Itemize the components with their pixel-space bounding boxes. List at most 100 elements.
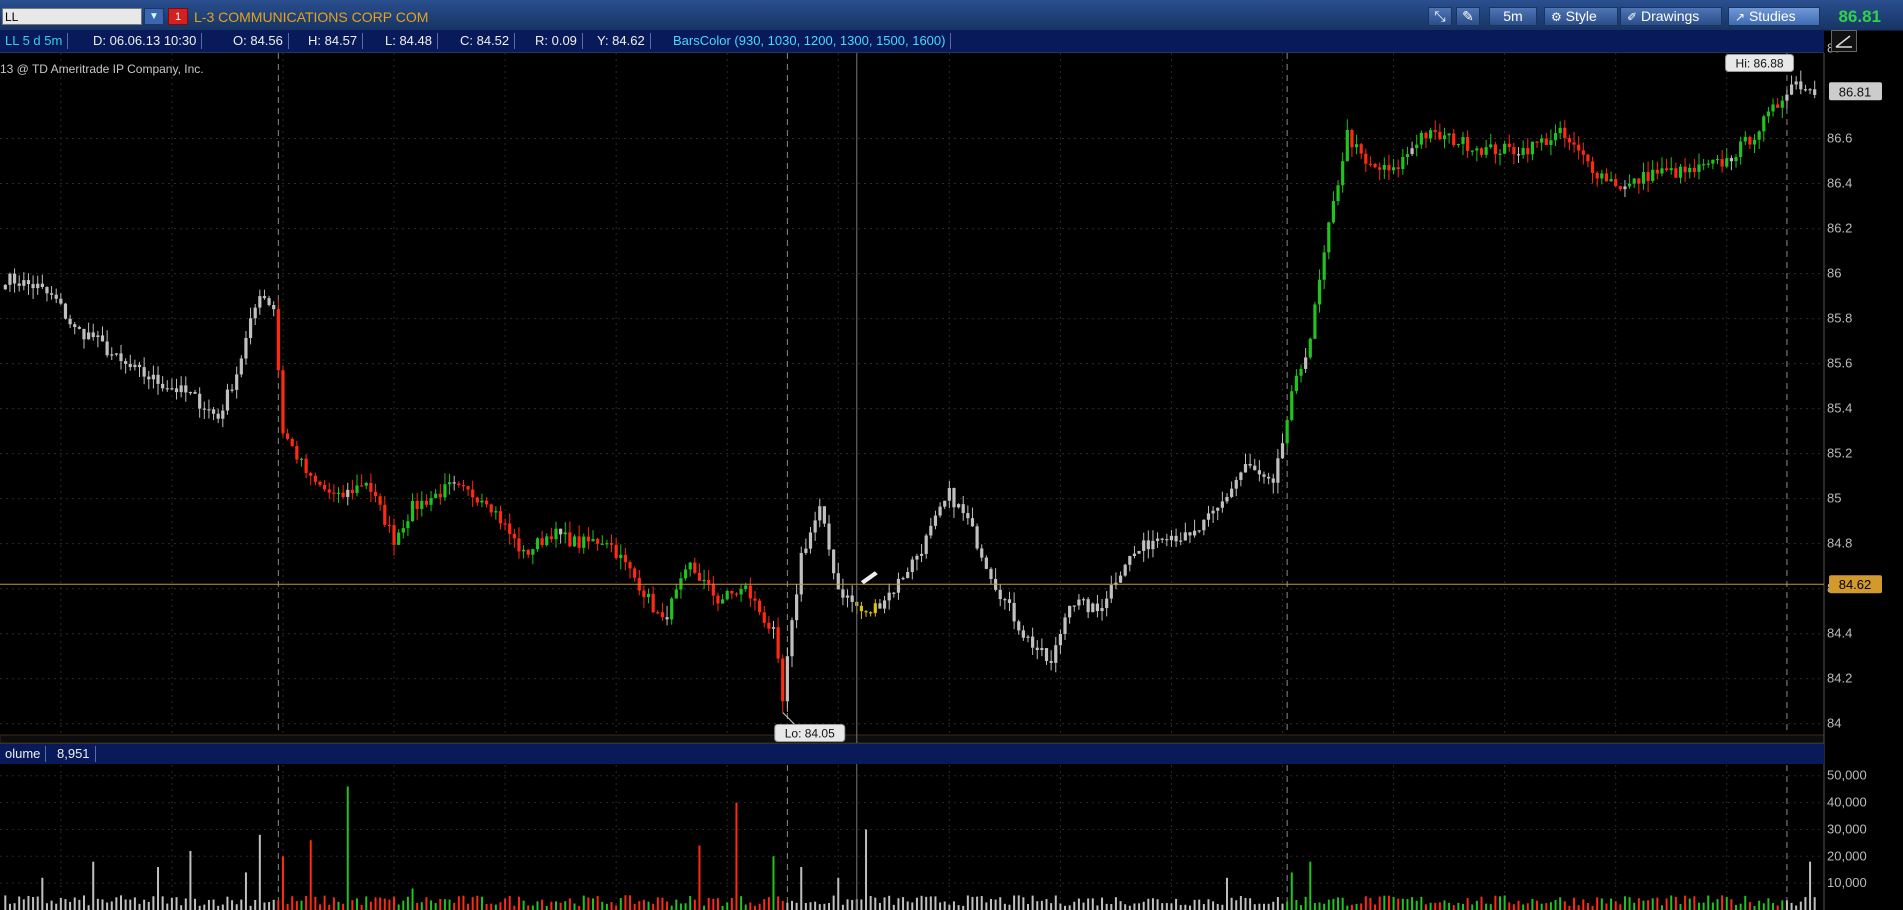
candle-body	[1590, 161, 1595, 173]
candle-body	[646, 593, 651, 598]
volume-bar	[1795, 905, 1798, 910]
volume-bar	[1235, 900, 1238, 910]
candle-body	[1692, 167, 1696, 172]
candle-body	[1155, 538, 1160, 541]
candle-body	[397, 532, 401, 545]
symbol-dropdown-button[interactable]: ▼	[144, 8, 164, 25]
volume-bar	[1508, 902, 1511, 910]
symbol-input[interactable]: LL	[2, 8, 142, 25]
volume-bar	[999, 897, 1002, 910]
volume-bar	[1059, 903, 1062, 910]
volume-bar	[1776, 905, 1779, 910]
volume-bar	[1415, 900, 1418, 910]
volume-bar	[1781, 900, 1784, 910]
tools-button[interactable]: ✎	[1456, 7, 1480, 26]
candle-body	[762, 612, 766, 623]
price-tick-label: 84	[1827, 716, 1841, 731]
volume-bar	[869, 896, 872, 910]
volume-bar	[550, 901, 553, 910]
volume-bar	[434, 903, 437, 910]
candle-body	[1706, 163, 1710, 165]
volume-bar	[554, 901, 557, 910]
volume-bar	[490, 903, 493, 910]
candle-body	[1655, 169, 1659, 174]
candle-body	[26, 280, 31, 285]
alert-flag-badge[interactable]: 1	[168, 8, 188, 25]
volume-bar	[1489, 904, 1492, 910]
volume-bar	[929, 896, 932, 910]
volume-subgraph-header: olume 8,951	[0, 743, 1824, 764]
volume-bar	[1119, 901, 1122, 910]
drawings-button[interactable]: ✐ Drawings	[1620, 7, 1722, 26]
timeframe-button[interactable]: 5m	[1489, 7, 1537, 26]
volume-bar	[240, 899, 243, 910]
volume-bar	[592, 898, 595, 910]
volume-bar	[1577, 905, 1580, 910]
candle-body	[943, 500, 947, 507]
candle-body	[702, 579, 706, 582]
volume-bar	[517, 896, 520, 910]
volume-bar	[837, 877, 840, 910]
volume-bar	[1536, 900, 1539, 910]
volume-bar	[1031, 895, 1034, 910]
volume-bar	[652, 903, 655, 910]
volume-bar	[1323, 903, 1326, 910]
volume-bar	[1230, 897, 1233, 910]
study-label[interactable]: BarsColor (930, 1030, 1200, 1300, 1500, …	[668, 33, 952, 49]
volume-bar	[499, 902, 502, 910]
panel-splitter[interactable]	[0, 734, 1825, 744]
candle-body	[1206, 513, 1211, 520]
volume-bar	[87, 905, 90, 910]
volume-bar	[1637, 898, 1640, 910]
volume-bar	[994, 899, 997, 910]
studies-button[interactable]: ↗ Studies	[1728, 7, 1820, 26]
candle-body	[1678, 166, 1683, 178]
candle-body	[323, 484, 327, 490]
candle-body	[975, 526, 979, 549]
volume-bar	[1619, 904, 1622, 910]
volume-bar	[693, 899, 696, 910]
candle-body	[1382, 165, 1386, 170]
candle-body	[878, 603, 882, 609]
volume-bar	[50, 900, 53, 910]
volume-bar	[716, 898, 719, 910]
candle-body	[498, 511, 503, 524]
volume-bar	[814, 901, 817, 910]
candle-body	[313, 475, 317, 482]
volume-bar	[263, 902, 266, 910]
candle-body	[1461, 137, 1465, 144]
candle-body	[531, 549, 535, 555]
volume-bar	[564, 901, 567, 910]
last-price: 86.81	[1838, 7, 1881, 26]
candle-body	[77, 327, 81, 329]
volume-bar	[1799, 901, 1802, 910]
candle-body	[790, 620, 794, 657]
volume-bar	[1406, 899, 1409, 910]
candle-body	[202, 408, 206, 410]
volume-bar	[1318, 902, 1321, 910]
style-button[interactable]: ⚙ Style	[1544, 7, 1618, 26]
volume-tick-label: 30,000	[1827, 821, 1867, 836]
drawing-tool-button[interactable]	[1831, 30, 1857, 52]
volume-bar	[1813, 897, 1816, 910]
volume-bar	[64, 899, 67, 910]
volume-bar	[337, 901, 340, 910]
candle-body	[1188, 532, 1192, 536]
candle-body	[230, 389, 234, 391]
volume-bar	[1772, 903, 1775, 910]
candle-body	[1146, 540, 1150, 550]
candle-body	[1665, 168, 1669, 171]
symbol-period-label: LL 5 d 5m	[0, 33, 69, 49]
candle-body	[36, 283, 40, 289]
candle-body	[392, 525, 396, 545]
volume-bar	[971, 896, 974, 910]
candle-body	[360, 485, 364, 487]
candle-body	[882, 600, 887, 609]
price-volume-chart[interactable]: 8484.284.484.684.88585.285.485.685.88686…	[0, 0, 1903, 910]
volume-bar	[1725, 897, 1728, 910]
candle-body	[137, 364, 142, 368]
volume-bar	[1286, 901, 1289, 910]
chart-settings-button[interactable]: ⤡	[1428, 7, 1452, 26]
candle-body	[1350, 129, 1354, 148]
volume-bar	[1156, 899, 1159, 910]
